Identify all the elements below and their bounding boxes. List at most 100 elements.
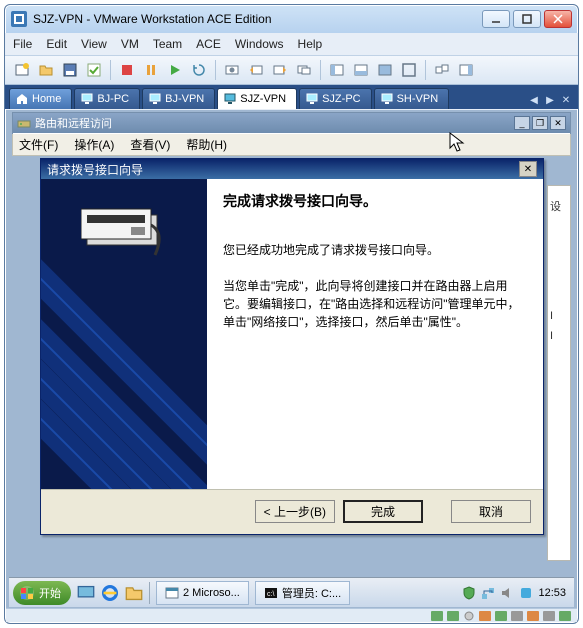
snapshot-next-icon[interactable] xyxy=(269,59,291,81)
window-title: SJZ-VPN - VMware Workstation ACE Edition xyxy=(33,12,272,26)
taskbar-item-microsoft[interactable]: 2 Microso... xyxy=(156,581,249,605)
window-icon xyxy=(165,586,179,600)
status-floppy-icon[interactable] xyxy=(479,611,491,621)
monitor-icon xyxy=(306,93,318,105)
reset-icon[interactable] xyxy=(188,59,210,81)
quick-launch-desktop-icon[interactable] xyxy=(77,584,95,602)
status-net2-icon[interactable] xyxy=(511,611,523,621)
tray-security-icon[interactable] xyxy=(462,586,476,600)
pause-icon[interactable] xyxy=(140,59,162,81)
wizard-title: 请求拨号接口向导 xyxy=(47,161,143,178)
snapshot-manager-icon[interactable] xyxy=(293,59,315,81)
mmc-menu-view[interactable]: 查看(V) xyxy=(130,136,170,153)
play-icon[interactable] xyxy=(164,59,186,81)
tab-home[interactable]: Home xyxy=(9,88,72,109)
wizard-close-button[interactable]: ✕ xyxy=(519,161,537,177)
finish-button[interactable]: 完成 xyxy=(343,500,423,523)
status-net-icon[interactable] xyxy=(495,611,507,621)
svg-text:c:\: c:\ xyxy=(267,591,274,598)
snapshot-icon[interactable] xyxy=(221,59,243,81)
guest-taskbar: 开始 2 Microso... c:\ 管理员: C:... 12:53 xyxy=(9,577,574,607)
system-tray: 12:53 xyxy=(458,586,570,600)
tab-bj-vpn[interactable]: BJ-VPN xyxy=(142,88,215,109)
home-icon xyxy=(16,93,28,105)
right-pane-fragment: 设 I I xyxy=(547,185,571,561)
tab-sjz-vpn[interactable]: SJZ-VPN xyxy=(217,88,297,109)
mmc-restore-button[interactable]: ❐ xyxy=(532,116,548,130)
wizard-dialog: 请求拨号接口向导 ✕ xyxy=(40,158,544,535)
status-hdd-icon[interactable] xyxy=(431,611,443,621)
rras-icon xyxy=(17,116,31,130)
menu-ace[interactable]: ACE xyxy=(196,37,221,51)
ace-icon[interactable] xyxy=(83,59,105,81)
monitor-icon xyxy=(149,93,161,105)
snapshot-prev-icon[interactable] xyxy=(245,59,267,81)
wizard-content: 完成请求拨号接口向导。 您已经成功地完成了请求拨号接口向导。 当您单击"完成"，… xyxy=(207,179,543,489)
monitor-icon xyxy=(381,93,393,105)
tab-scroll-right-icon[interactable]: ▶ xyxy=(542,91,558,109)
new-vm-icon[interactable] xyxy=(11,59,33,81)
fullscreen-icon[interactable] xyxy=(398,59,420,81)
mmc-menubar: 文件(F) 操作(A) 查看(V) 帮助(H) xyxy=(12,134,571,156)
wizard-button-bar: < 上一步(B) 完成 取消 xyxy=(41,489,543,533)
quick-launch-ie-icon[interactable] xyxy=(101,584,119,602)
vmware-statusbar xyxy=(6,608,577,622)
tab-sjz-pc[interactable]: SJZ-PC xyxy=(299,88,372,109)
tray-info-icon[interactable] xyxy=(519,586,533,600)
cancel-button[interactable]: 取消 xyxy=(451,500,531,523)
vmware-window: SJZ-VPN - VMware Workstation ACE Edition… xyxy=(4,4,579,624)
toolbar xyxy=(5,55,578,85)
menu-windows[interactable]: Windows xyxy=(235,37,284,51)
titlebar: SJZ-VPN - VMware Workstation ACE Edition xyxy=(5,5,578,33)
wizard-sidebar xyxy=(41,179,207,489)
tray-volume-icon[interactable] xyxy=(500,586,514,600)
monitor-icon xyxy=(224,93,236,105)
quick-switch-icon[interactable] xyxy=(374,59,396,81)
cmd-icon: c:\ xyxy=(264,586,278,600)
back-button[interactable]: < 上一步(B) xyxy=(255,500,335,523)
mmc-minimize-button[interactable]: _ xyxy=(514,116,530,130)
wizard-heading: 完成请求拨号接口向导。 xyxy=(223,191,527,211)
minimize-button[interactable] xyxy=(482,10,510,28)
sidebar-toggle-icon[interactable] xyxy=(455,59,477,81)
modem-icon xyxy=(81,201,169,261)
windows-logo-icon xyxy=(19,585,35,601)
show-left-pane-icon[interactable] xyxy=(326,59,348,81)
tab-bar: Home BJ-PC BJ-VPN SJZ-VPN SJZ-PC SH-VPN … xyxy=(5,85,578,109)
start-button[interactable]: 开始 xyxy=(13,581,71,605)
menu-file[interactable]: File xyxy=(13,37,32,51)
tab-bj-pc[interactable]: BJ-PC xyxy=(74,88,140,109)
status-usb-icon[interactable] xyxy=(527,611,539,621)
status-hdd2-icon[interactable] xyxy=(447,611,459,621)
mmc-close-button[interactable]: ✕ xyxy=(550,116,566,130)
tab-sh-vpn[interactable]: SH-VPN xyxy=(374,88,450,109)
tab-scroll-left-icon[interactable]: ◀ xyxy=(526,91,542,109)
tab-close-icon[interactable]: ✕ xyxy=(558,91,574,109)
close-button[interactable] xyxy=(544,10,572,28)
guest-display: 路由和远程访问 _ ❐ ✕ 文件(F) 操作(A) 查看(V) 帮助(H) 设 … xyxy=(6,110,577,609)
open-icon[interactable] xyxy=(35,59,57,81)
tray-clock[interactable]: 12:53 xyxy=(538,587,566,599)
menu-vm[interactable]: VM xyxy=(121,37,139,51)
mmc-menu-help[interactable]: 帮助(H) xyxy=(186,136,227,153)
status-cd-icon[interactable] xyxy=(463,611,475,621)
menu-help[interactable]: Help xyxy=(298,37,323,51)
tray-network-icon[interactable] xyxy=(481,586,495,600)
status-sound-icon[interactable] xyxy=(543,611,555,621)
wizard-titlebar: 请求拨号接口向导 ✕ xyxy=(41,159,543,179)
quick-launch-explorer-icon[interactable] xyxy=(125,584,143,602)
mmc-menu-file[interactable]: 文件(F) xyxy=(19,136,58,153)
save-icon[interactable] xyxy=(59,59,81,81)
status-display-icon[interactable] xyxy=(559,611,571,621)
vmware-icon xyxy=(11,11,27,27)
stop-icon[interactable] xyxy=(116,59,138,81)
wizard-text-2: 当您单击"完成"，此向导将创建接口并在路由器上启用它。要编辑接口，在"路由选择和… xyxy=(223,277,527,331)
show-console-icon[interactable] xyxy=(350,59,372,81)
menu-view[interactable]: View xyxy=(81,37,107,51)
unity-icon[interactable] xyxy=(431,59,453,81)
menu-edit[interactable]: Edit xyxy=(46,37,67,51)
menu-team[interactable]: Team xyxy=(153,37,182,51)
mmc-menu-action[interactable]: 操作(A) xyxy=(74,136,114,153)
taskbar-item-cmd[interactable]: c:\ 管理员: C:... xyxy=(255,581,350,605)
maximize-button[interactable] xyxy=(513,10,541,28)
